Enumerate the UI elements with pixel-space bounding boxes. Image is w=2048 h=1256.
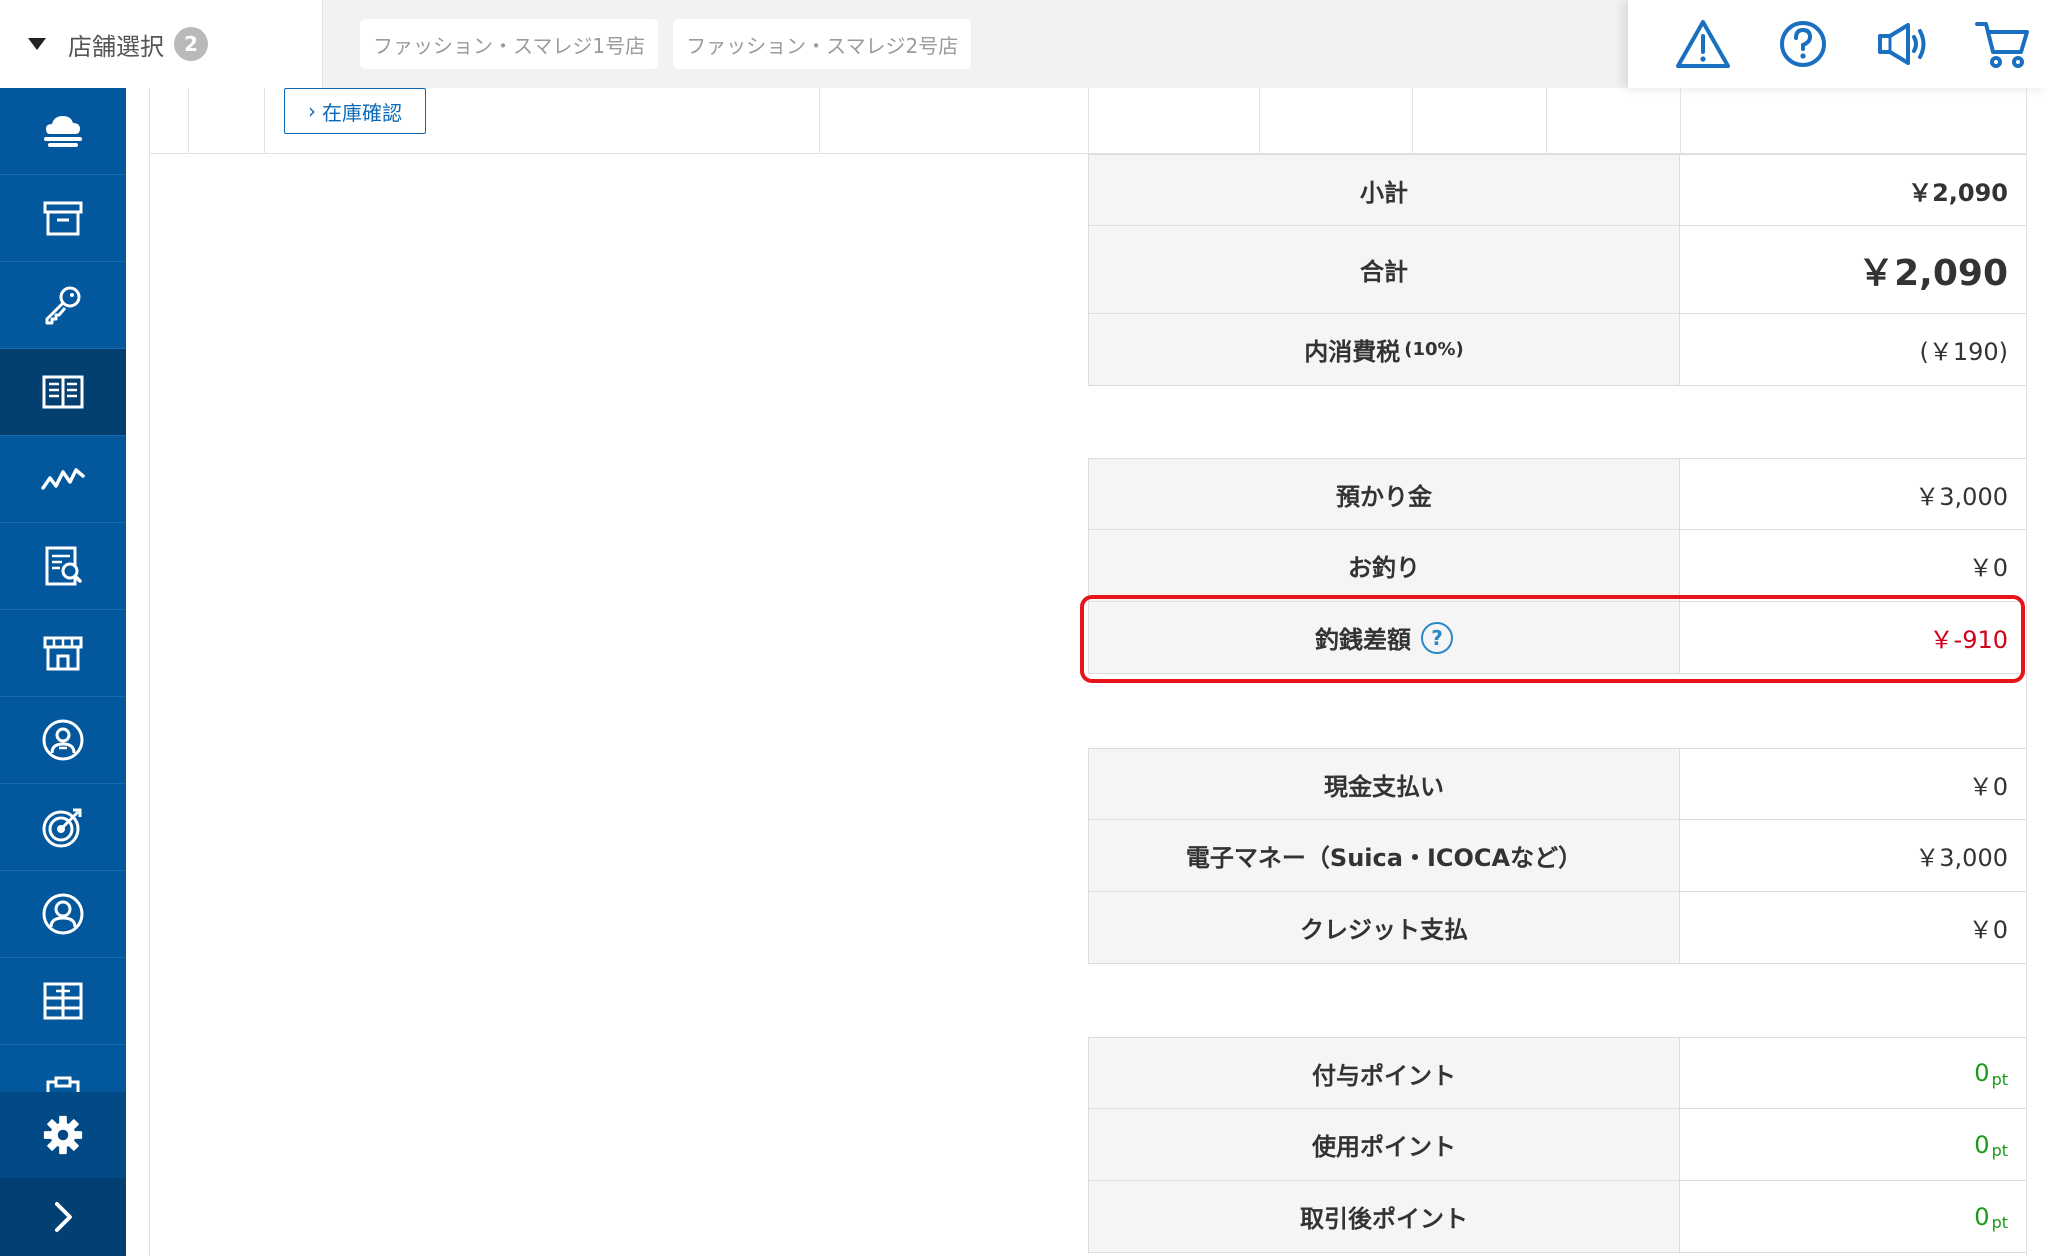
cash-value: ￥0: [1968, 772, 2008, 801]
key-icon: [45, 286, 81, 325]
summary-row-tax: 内消費税 (10%) (￥190): [1088, 314, 2026, 386]
sidebar-item-report[interactable]: [0, 523, 126, 610]
caret-down-icon: [28, 38, 46, 50]
change-value: ￥0: [1968, 554, 2008, 582]
summary-row-change: お釣り ￥0: [1088, 530, 2026, 602]
points-used-label: 使用ポイント: [1088, 1109, 1680, 1180]
points-given-value: 0 pt: [1680, 1038, 2026, 1108]
megaphone-icon[interactable]: [1874, 16, 1932, 72]
emoney-label: 電子マネー（Suica・ICOCAなど）: [1088, 820, 1680, 891]
selected-stores-area: ファッション・スマレジ1号店 ファッション・スマレジ2号店: [323, 0, 1628, 88]
sidebar-settings[interactable]: [0, 1092, 126, 1178]
sidebar-item-key[interactable]: [0, 262, 126, 349]
top-icons-area: [1628, 0, 2048, 88]
total-value: ￥2,090: [1858, 252, 2008, 294]
sidebar: [0, 88, 126, 1256]
store-icon: [43, 636, 83, 671]
product-table-row: [150, 88, 2026, 154]
content-right-border: [2026, 88, 2027, 1256]
tax-label: 内消費税 (10%): [1088, 314, 1680, 385]
store-count-badge: 2: [174, 27, 208, 61]
summary-row-points-after: 取引後ポイント 0 pt: [1088, 1181, 2026, 1253]
points-after-label: 取引後ポイント: [1088, 1181, 1680, 1252]
grid-icon: [43, 982, 83, 1020]
emoney-value: ￥3,000: [1915, 844, 2008, 872]
deposit-value: ￥3,000: [1915, 482, 2008, 511]
summary-row-subtotal: 小計 ￥2,090: [1088, 154, 2026, 226]
sidebar-item-book[interactable]: [0, 349, 126, 436]
points-after-value: 0 pt: [1680, 1181, 2026, 1252]
deposit-label: 預かり金: [1088, 459, 1680, 529]
sidebar-item-analytics[interactable]: [0, 436, 126, 523]
gear-icon: [43, 1115, 83, 1155]
subtotal-value: ￥2,090: [1908, 178, 2008, 207]
summary-row-deposit: 預かり金 ￥3,000: [1088, 458, 2026, 530]
highlight-box: [1080, 595, 2025, 683]
archive-icon: [43, 201, 83, 236]
total-label: 合計: [1088, 226, 1680, 313]
tax-label-text: 内消費税: [1304, 338, 1401, 366]
sidebar-item-archive[interactable]: [0, 175, 126, 262]
sidebar-item-cloud[interactable]: [0, 88, 126, 175]
summary-row-credit: クレジット支払 ￥0: [1088, 892, 2026, 964]
help-icon[interactable]: [1774, 16, 1832, 72]
tax-value: (￥190): [1919, 338, 2008, 366]
book-icon: [42, 375, 84, 409]
points-after-number: 0: [1974, 1202, 1990, 1231]
warning-icon[interactable]: [1674, 16, 1732, 72]
chart-icon: [41, 468, 85, 490]
target-icon: [42, 808, 82, 848]
subtotal-label: 小計: [1088, 155, 1680, 225]
sidebar-item-target[interactable]: [0, 784, 126, 871]
cloud-icon: [44, 116, 82, 147]
change-label: お釣り: [1088, 530, 1680, 601]
sidebar-item-staff[interactable]: [0, 697, 126, 784]
points-used-number: 0: [1974, 1130, 1990, 1159]
sidebar-item-customer[interactable]: [0, 871, 126, 958]
store-select-label: 店舗選択: [68, 32, 164, 61]
sidebar-item-clipboard[interactable]: [0, 1045, 126, 1092]
content-left-border: [149, 88, 150, 1256]
report-icon: [45, 546, 82, 586]
store-chip-2[interactable]: ファッション・スマレジ2号店: [673, 19, 972, 69]
summary-row-points-used: 使用ポイント 0 pt: [1088, 1109, 2026, 1181]
stock-check-button[interactable]: › 在庫確認: [284, 88, 426, 134]
points-given-number: 0: [1974, 1059, 1990, 1087]
store-select-dropdown[interactable]: 店舗選択 2: [0, 0, 323, 88]
chevron-right-icon: [54, 1202, 72, 1232]
user-icon: [42, 893, 84, 935]
stock-check-label: 在庫確認: [322, 100, 402, 125]
chevron-right-icon: ›: [308, 99, 316, 123]
summary-row-total: 合計 ￥2,090: [1088, 226, 2026, 314]
sidebar-expand-button[interactable]: [0, 1178, 126, 1256]
points-given-label: 付与ポイント: [1088, 1038, 1680, 1108]
sidebar-item-apps[interactable]: [0, 958, 126, 1045]
summary-row-points-given: 付与ポイント 0 pt: [1088, 1037, 2026, 1109]
points-after-unit: pt: [1991, 1213, 2008, 1232]
summary-row-emoney: 電子マネー（Suica・ICOCAなど） ￥3,000: [1088, 820, 2026, 892]
cart-icon[interactable]: [1974, 16, 2032, 72]
top-bar: 店舗選択 2 ファッション・スマレジ1号店 ファッション・スマレジ2号店: [0, 0, 2048, 88]
points-used-unit: pt: [1991, 1141, 2008, 1160]
tax-rate-note: (10%): [1404, 339, 1464, 360]
clipboard-icon: [46, 1076, 80, 1092]
points-used-value: 0 pt: [1680, 1109, 2026, 1180]
credit-value: ￥0: [1968, 916, 2008, 944]
summary-row-cash: 現金支払い ￥0: [1088, 748, 2026, 820]
credit-label: クレジット支払: [1088, 892, 1680, 963]
person-badge-icon: [42, 719, 84, 761]
cash-label: 現金支払い: [1088, 749, 1680, 819]
store-chip-1[interactable]: ファッション・スマレジ1号店: [360, 19, 659, 69]
sidebar-item-store[interactable]: [0, 610, 126, 697]
points-given-unit: pt: [1991, 1069, 2008, 1089]
